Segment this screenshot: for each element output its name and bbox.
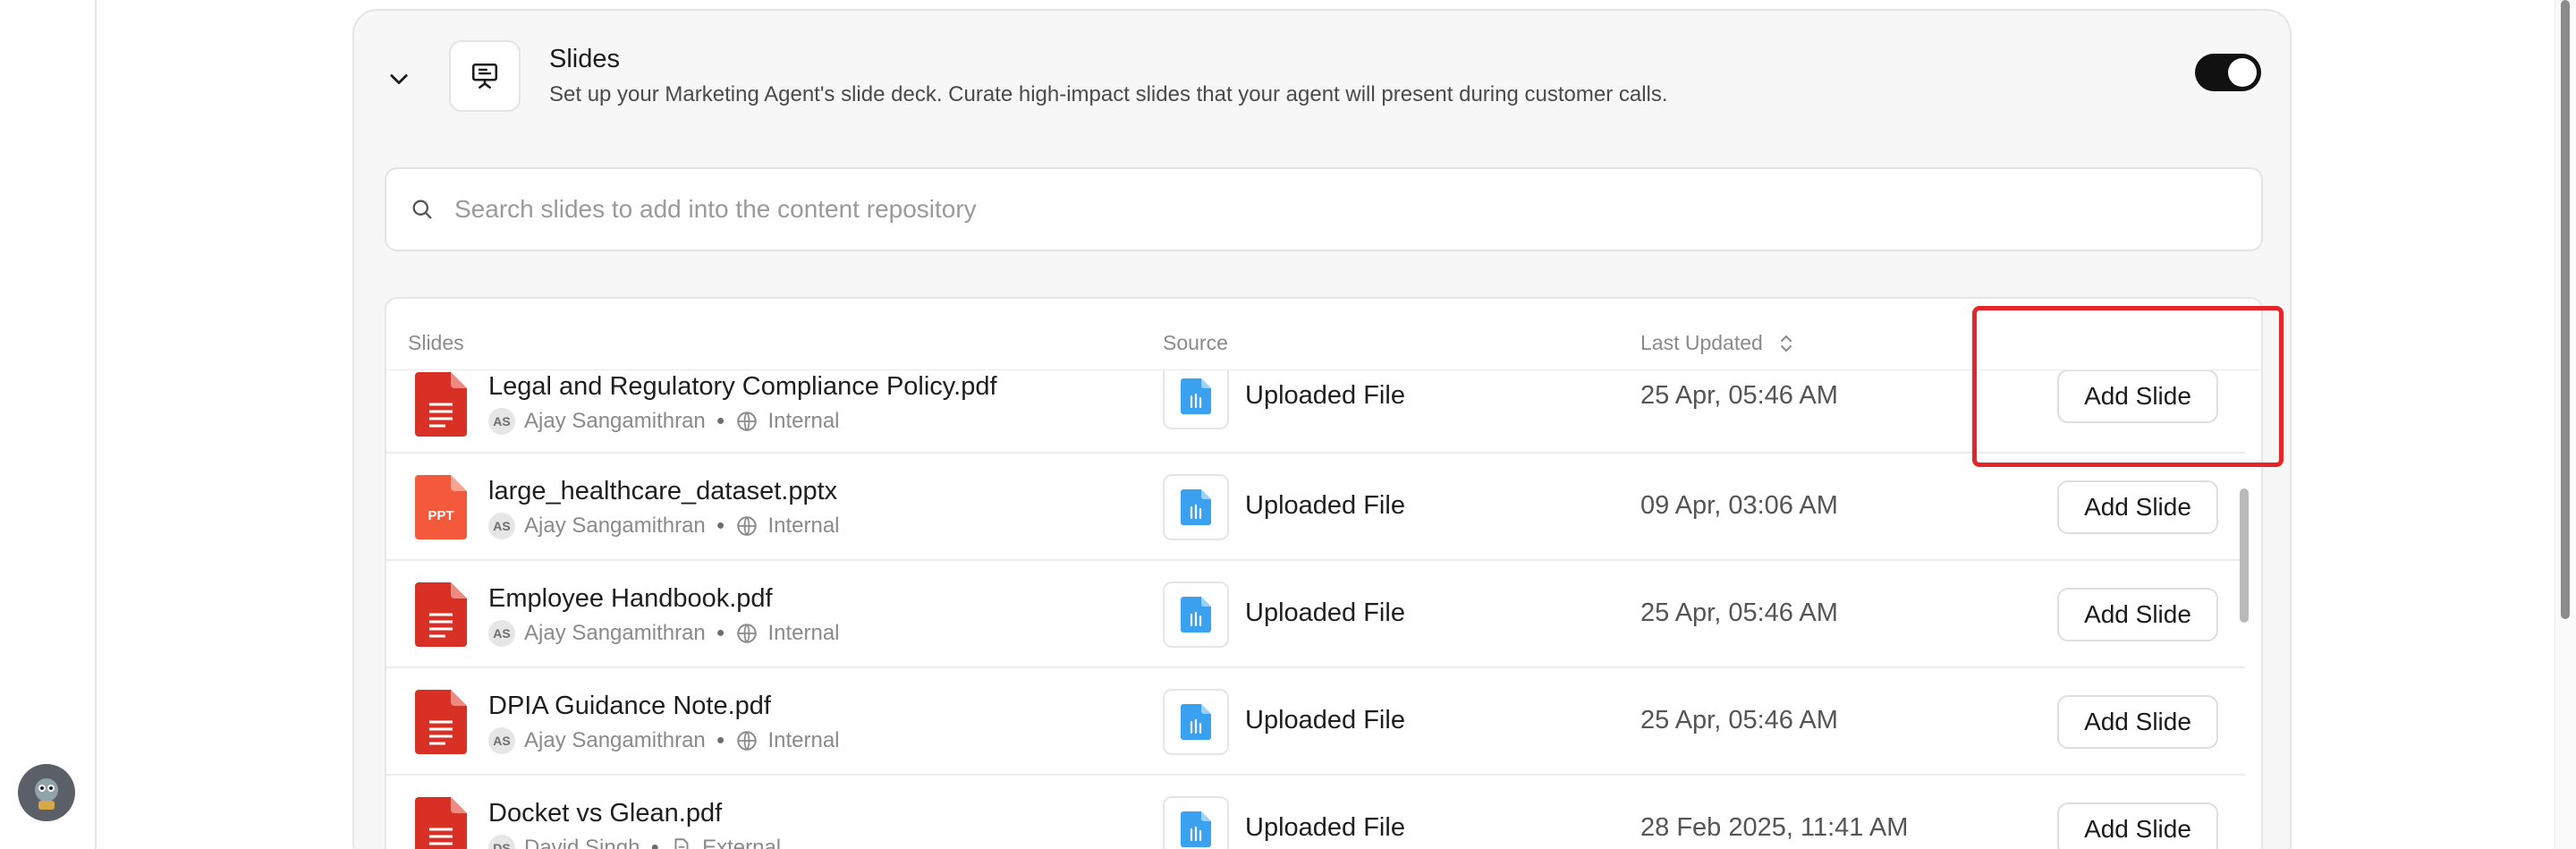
source-label: Uploaded File [1245, 599, 1405, 627]
visibility-label: External [702, 836, 782, 849]
table-row: DPIA Guidance Note.pdf AS Ajay Sangamith… [386, 668, 2245, 776]
column-header-source: Source [1163, 331, 1228, 354]
separator-dot: ● [716, 518, 725, 533]
owner-initials: AS [488, 727, 515, 754]
slide-name[interactable]: Docket vs Glean.pdf [488, 799, 722, 828]
separator-dot: ● [716, 413, 725, 429]
globe-icon [737, 412, 758, 431]
last-updated: 25 Apr, 05:46 AM [1640, 381, 1838, 410]
last-updated: 25 Apr, 05:46 AM [1640, 706, 1838, 734]
add-slide-button[interactable]: Add Slide [2057, 480, 2218, 534]
uploaded-file-icon [1181, 378, 1211, 414]
globe-icon [737, 624, 758, 643]
ppt-file-icon: PPT [415, 475, 467, 539]
slide-meta: DS David Singh ● External [488, 835, 781, 849]
uploaded-file-icon [1181, 704, 1211, 740]
collapse-toggle[interactable] [381, 61, 417, 97]
ppt-type-label: PPT [428, 508, 453, 523]
add-slide-button[interactable]: Add Slide [2057, 695, 2218, 749]
source-icon-box [1163, 582, 1229, 648]
owner-initials: AS [488, 513, 515, 539]
source-label: Uploaded File [1245, 381, 1405, 410]
slide-name[interactable]: DPIA Guidance Note.pdf [488, 692, 771, 721]
add-slide-button[interactable]: Add Slide [2057, 802, 2218, 849]
pdf-file-icon [415, 797, 467, 849]
owner-initials: AS [488, 620, 515, 647]
search-icon [412, 200, 432, 219]
source-icon-box [1163, 689, 1229, 755]
section-title: Slides [549, 45, 620, 73]
avatar-icon [35, 778, 58, 810]
source-icon-box [1163, 363, 1229, 429]
table-row: Legal and Regulatory Compliance Policy.p… [386, 361, 2245, 454]
uploaded-file-icon [1181, 597, 1211, 633]
table-row: Employee Handbook.pdf AS Ajay Sangamithr… [386, 561, 2245, 668]
column-header-slides: Slides [408, 331, 464, 354]
slide-meta: AS Ajay Sangamithran ● Internal [488, 513, 840, 539]
visibility-label: Internal [767, 514, 840, 538]
presentation-icon [471, 63, 498, 89]
owner-initials: DS [488, 835, 515, 849]
owner-name: Ajay Sangamithran [524, 514, 706, 538]
owner-initials: AS [488, 408, 515, 435]
pdf-file-icon [415, 372, 467, 437]
page-scrollbar[interactable] [2555, 0, 2576, 849]
highlight-annotation [1972, 306, 2284, 467]
owner-name: David Singh [524, 836, 640, 849]
visibility-label: Internal [767, 728, 840, 752]
source-label: Uploaded File [1245, 491, 1405, 520]
slide-name[interactable]: Employee Handbook.pdf [488, 584, 773, 614]
source-icon-box [1163, 474, 1229, 540]
slide-meta: AS Ajay Sangamithran ● Internal [488, 620, 840, 647]
owner-name: Ajay Sangamithran [524, 728, 706, 752]
owner-name: Ajay Sangamithran [524, 621, 706, 645]
slide-meta: AS Ajay Sangamithran ● Internal [488, 727, 840, 754]
pdf-file-icon [415, 690, 467, 754]
last-updated: 09 Apr, 03:06 AM [1640, 491, 1838, 520]
pdf-file-icon [415, 582, 467, 647]
chevron-down-icon [390, 74, 408, 85]
section-description: Set up your Marketing Agent's slide deck… [549, 82, 1668, 106]
document-icon [674, 838, 689, 849]
user-avatar[interactable] [18, 764, 75, 821]
page-scrollbar-thumb[interactable] [2561, 0, 2570, 619]
last-updated: 25 Apr, 05:46 AM [1640, 599, 1838, 627]
separator-dot: ● [716, 733, 725, 748]
sort-icon[interactable] [1777, 333, 1795, 354]
table-scrollbar-thumb[interactable] [2240, 488, 2249, 623]
visibility-label: Internal [767, 621, 840, 645]
column-header-last-updated[interactable]: Last Updated [1640, 331, 1795, 355]
visibility-label: Internal [767, 409, 840, 433]
last-updated: 28 Feb 2025, 11:41 AM [1640, 813, 1909, 842]
add-slide-button[interactable]: Add Slide [2057, 588, 2218, 641]
globe-icon [737, 516, 758, 536]
separator-dot: ● [650, 840, 660, 849]
globe-icon [737, 731, 758, 751]
source-label: Uploaded File [1245, 813, 1405, 842]
slide-name[interactable]: Legal and Regulatory Compliance Policy.p… [488, 372, 997, 402]
column-header-last-updated-label: Last Updated [1640, 331, 1763, 354]
table-body: Legal and Regulatory Compliance Policy.p… [386, 361, 2245, 849]
owner-name: Ajay Sangamithran [524, 409, 706, 433]
left-rail [0, 0, 97, 849]
toggle-knob [2228, 58, 2257, 87]
slide-name[interactable]: large_healthcare_dataset.pptx [488, 477, 837, 506]
slides-section-icon [449, 40, 521, 112]
table-row: Docket vs Glean.pdf DS David Singh ● Ext… [386, 776, 2245, 849]
slide-meta: AS Ajay Sangamithran ● Internal [488, 408, 840, 435]
table-row: PPT large_healthcare_dataset.pptx AS Aja… [386, 454, 2245, 561]
slides-enabled-toggle[interactable] [2195, 54, 2261, 91]
source-icon-box [1163, 796, 1229, 849]
uploaded-file-icon [1181, 811, 1211, 847]
source-label: Uploaded File [1245, 706, 1405, 734]
slides-search-bar[interactable] [385, 167, 2263, 251]
uploaded-file-icon [1181, 489, 1211, 525]
separator-dot: ● [716, 625, 725, 641]
search-input[interactable] [454, 195, 2154, 224]
